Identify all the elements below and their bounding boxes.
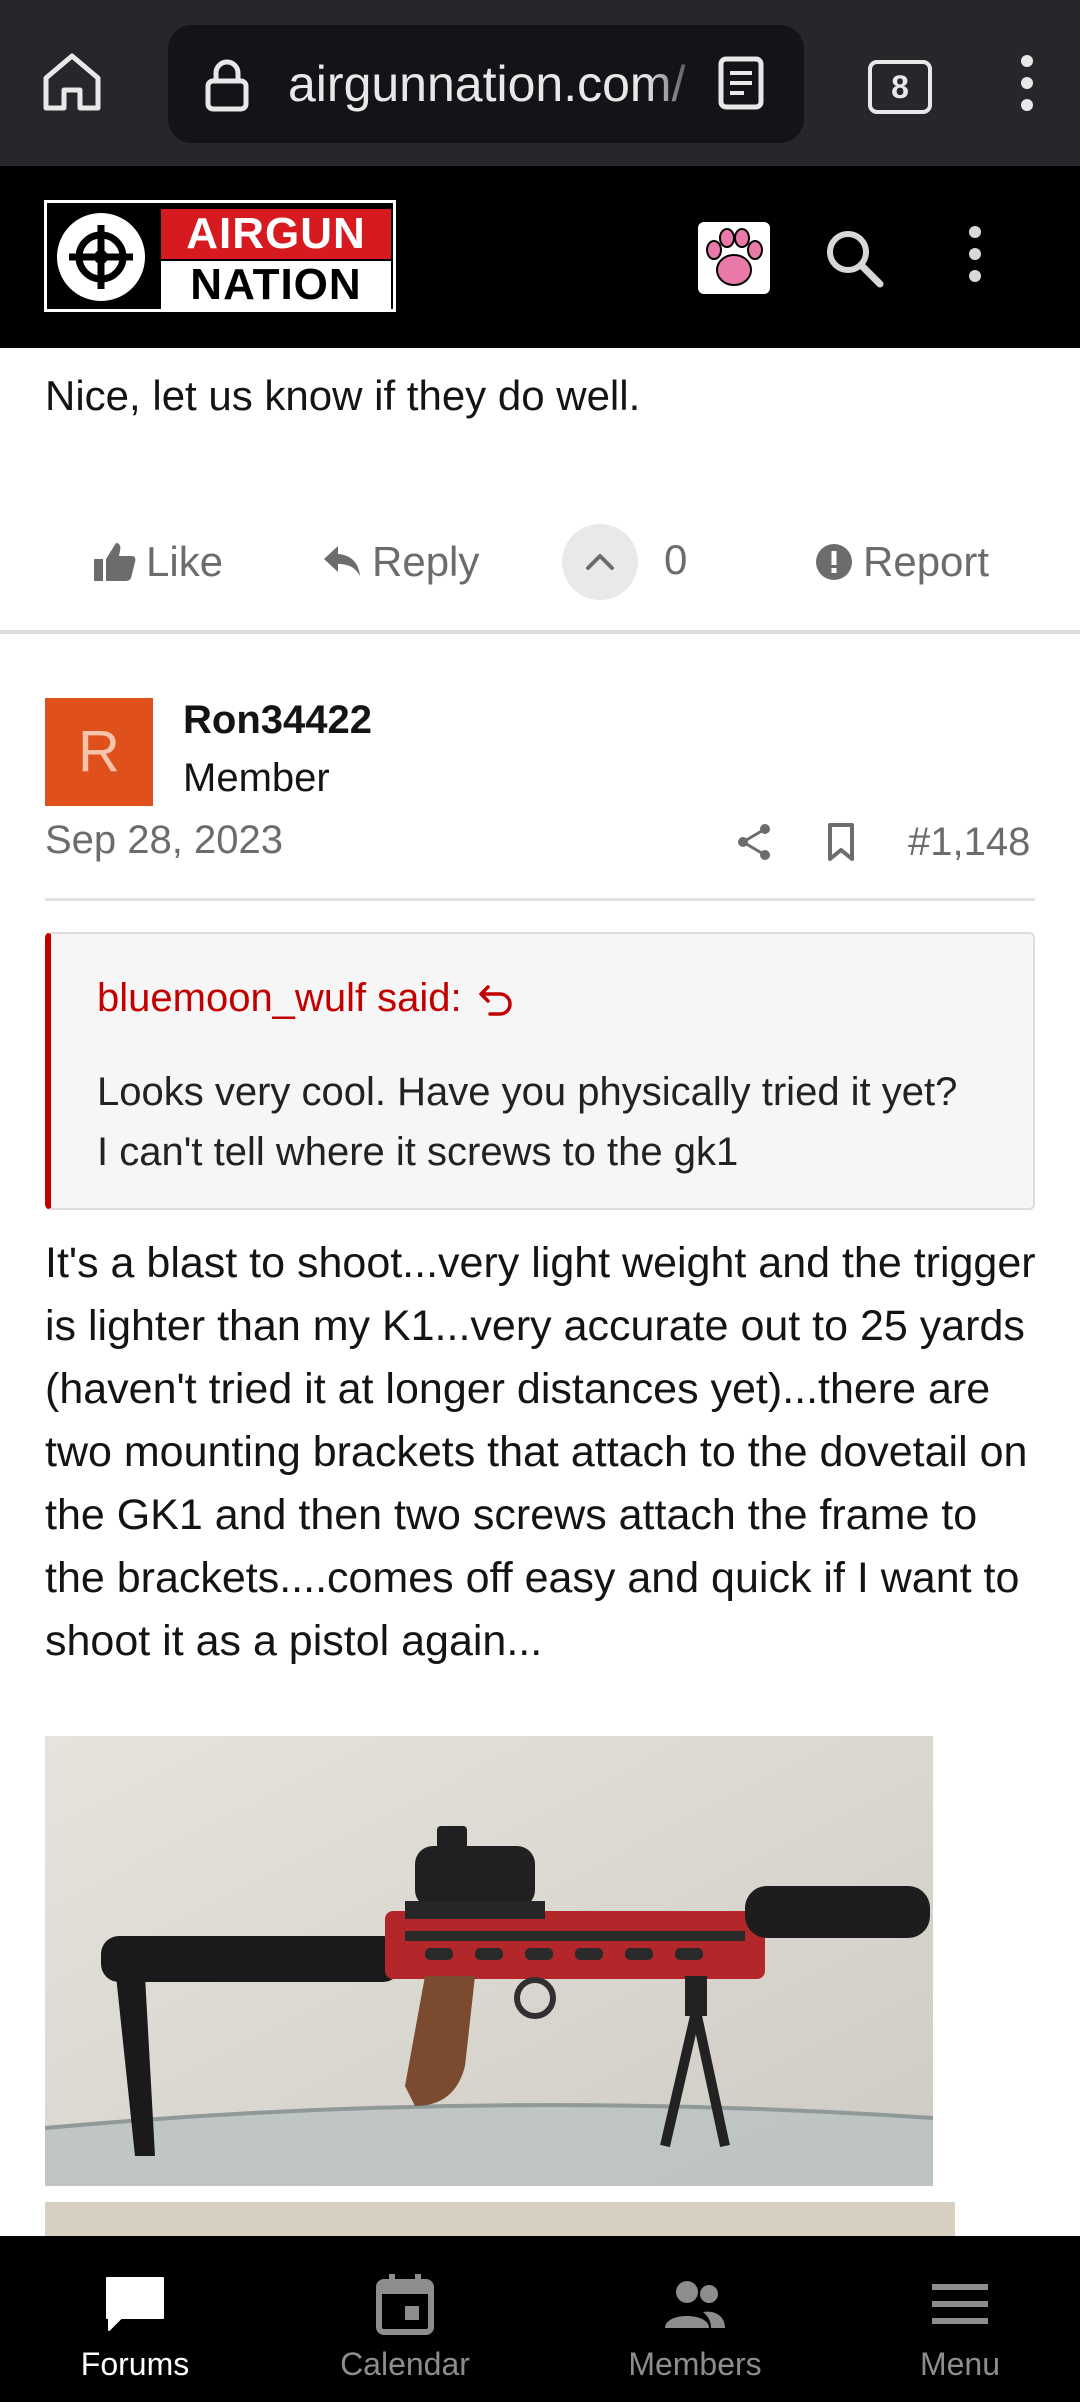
site-more-icon[interactable] bbox=[960, 222, 990, 286]
nav-menu[interactable]: Menu bbox=[825, 2236, 1080, 2402]
nav-menu-label: Menu bbox=[919, 2346, 1001, 2382]
report-button[interactable]: Report bbox=[815, 538, 989, 586]
avatar[interactable]: R bbox=[45, 698, 153, 806]
post-number[interactable]: #1,148 bbox=[908, 820, 1030, 865]
post-separator bbox=[0, 630, 1080, 634]
quote-text: Looks very cool. Have you physically tri… bbox=[97, 1070, 958, 1174]
quote-block: bluemoon_wulf said: Looks very cool. Hav… bbox=[45, 932, 1035, 1210]
thumbs-up-icon bbox=[94, 543, 136, 581]
bottom-navigation: Forums Calendar Members Menu bbox=[0, 2236, 1080, 2402]
chat-bubble-icon bbox=[106, 2277, 164, 2331]
nav-calendar-label: Calendar bbox=[340, 2346, 470, 2382]
nav-members[interactable]: Members bbox=[560, 2236, 830, 2402]
like-label: Like bbox=[146, 538, 224, 585]
alert-icon bbox=[816, 544, 852, 580]
calendar-icon bbox=[376, 2274, 434, 2335]
site-header: AIRGUN NATION bbox=[0, 166, 1080, 348]
post-image-rifle[interactable] bbox=[45, 1736, 933, 2186]
hamburger-menu-icon bbox=[932, 2284, 988, 2324]
user-avatar[interactable] bbox=[698, 222, 770, 294]
home-icon[interactable] bbox=[38, 48, 106, 116]
chevron-up-icon bbox=[586, 554, 614, 570]
post-header-divider bbox=[45, 898, 1035, 901]
reply-label: Reply bbox=[372, 538, 480, 585]
report-label: Report bbox=[863, 538, 990, 585]
browser-more-icon[interactable] bbox=[1012, 52, 1042, 114]
search-icon[interactable] bbox=[822, 226, 886, 290]
bookmark-icon[interactable] bbox=[826, 822, 856, 862]
logo-text-airgun: AIRGUN bbox=[161, 209, 391, 259]
reader-mode-icon[interactable] bbox=[716, 55, 766, 111]
lock-icon bbox=[205, 59, 249, 112]
go-to-quote-icon bbox=[478, 984, 512, 1016]
tab-switcher-button[interactable]: 8 bbox=[868, 60, 932, 114]
post-date[interactable]: Sep 28, 2023 bbox=[45, 818, 283, 863]
members-icon bbox=[665, 2281, 725, 2328]
paw-icon bbox=[706, 228, 763, 286]
quote-author: bluemoon_wulf said: bbox=[97, 976, 462, 1020]
nav-forums[interactable]: Forums bbox=[0, 2236, 270, 2402]
like-button[interactable]: Like bbox=[92, 538, 223, 586]
nav-calendar[interactable]: Calendar bbox=[270, 2236, 540, 2402]
logo-text-nation: NATION bbox=[161, 261, 391, 309]
quote-header[interactable]: bluemoon_wulf said: bbox=[97, 976, 514, 1021]
nav-members-label: Members bbox=[628, 2346, 762, 2382]
reply-button[interactable]: Reply bbox=[322, 538, 479, 586]
user-title: Member bbox=[183, 756, 330, 800]
reply-arrow-icon bbox=[324, 546, 360, 576]
address-bar[interactable]: airgunnation.com/ bbox=[168, 25, 804, 143]
site-logo[interactable]: AIRGUN NATION bbox=[44, 200, 396, 312]
browser-toolbar: airgunnation.com/ 8 bbox=[0, 0, 1080, 166]
nav-forums-label: Forums bbox=[80, 2346, 190, 2382]
post-body: It's a blast to shoot...very light weigh… bbox=[45, 1239, 1036, 1665]
crosshair-icon bbox=[57, 213, 145, 301]
url-text: airgunnation.com/ bbox=[288, 56, 686, 112]
vote-count: 0 bbox=[664, 536, 688, 583]
share-icon[interactable] bbox=[735, 822, 773, 862]
upvote-button[interactable] bbox=[562, 524, 638, 600]
post-actions-bar: Like Reply 0 Report bbox=[0, 520, 1080, 610]
previous-post-text: Nice, let us know if they do well. bbox=[45, 372, 641, 419]
username[interactable]: Ron34422 bbox=[183, 698, 372, 743]
